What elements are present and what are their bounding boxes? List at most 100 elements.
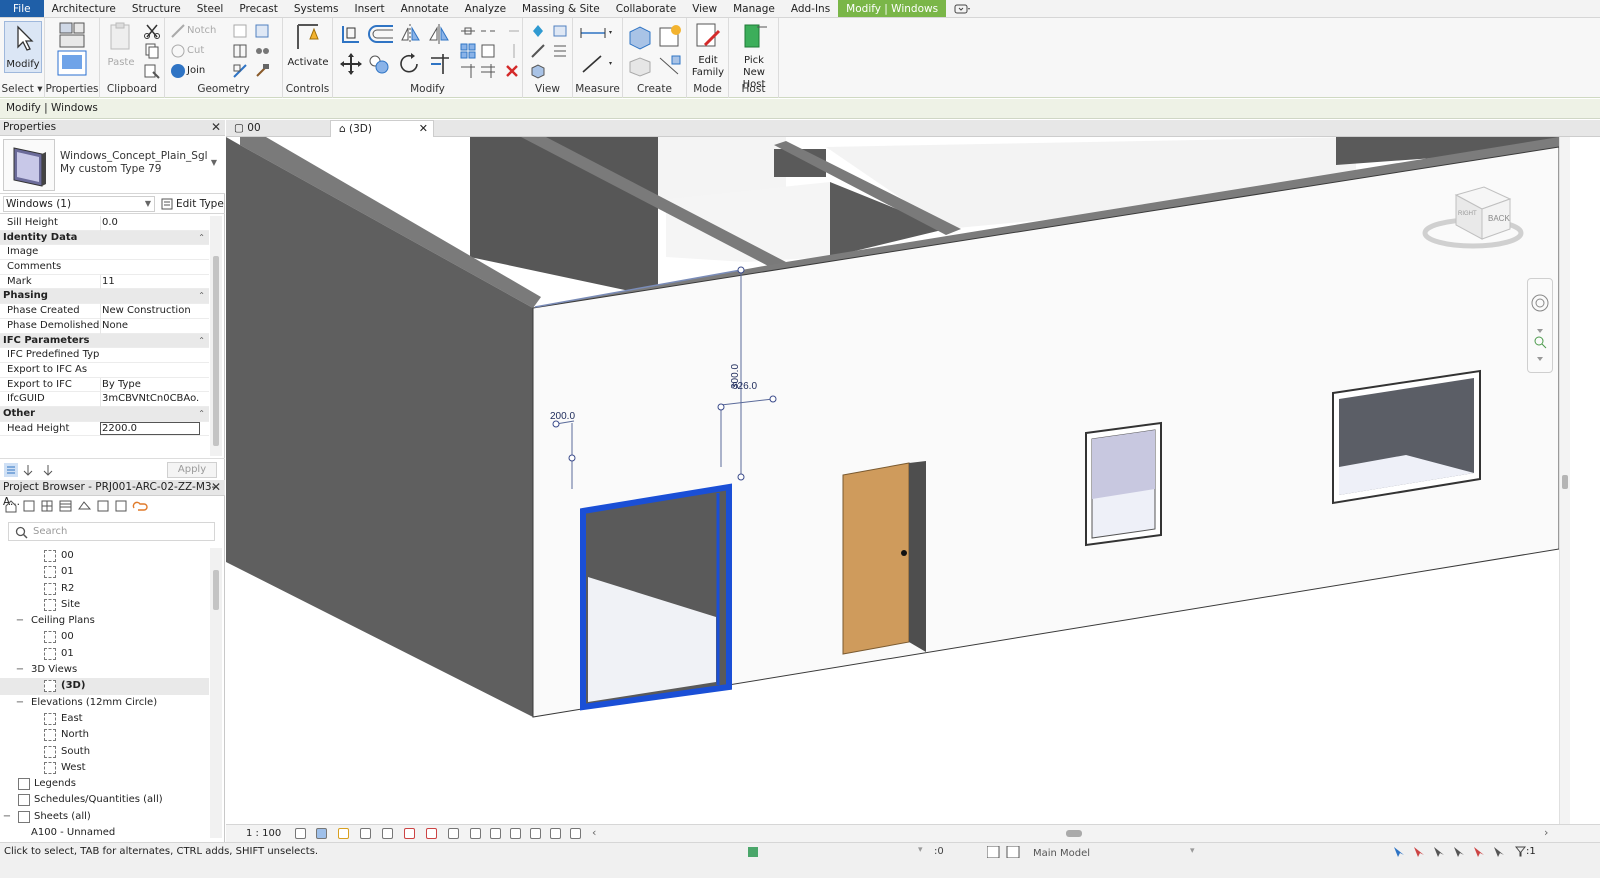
ribbon-tab-architecture[interactable]: Architecture (44, 0, 124, 17)
ribbon-tab-analyze[interactable]: Analyze (457, 0, 514, 17)
cope-icon[interactable] (169, 22, 187, 40)
ribbon-tab-precast[interactable]: Precast (231, 0, 286, 17)
create-similar-icon[interactable] (656, 54, 684, 78)
property-value[interactable]: New Construction (100, 304, 200, 319)
copy-element-icon[interactable] (367, 52, 391, 76)
crop-view-icon[interactable] (404, 828, 415, 839)
project-browser-search[interactable]: Search (8, 522, 215, 541)
apply-button[interactable]: Apply (167, 462, 217, 478)
model-3d-view[interactable]: 200.0 300.0 626.0 BACK RIGHT (226, 137, 1559, 824)
ribbon-tab-massing-site[interactable]: Massing & Site (514, 0, 608, 17)
selection-box-icon[interactable] (529, 62, 547, 80)
analytical-model-icon[interactable] (530, 828, 541, 839)
selection-count[interactable]: :1 (1526, 846, 1536, 857)
browser-item[interactable]: − Sheets (all) (0, 809, 209, 825)
browser-item[interactable]: − Elevations (12mm Circle) (0, 695, 209, 711)
join-label[interactable]: Join (187, 65, 205, 76)
collapse-group-icon[interactable]: ⌃ (198, 334, 205, 349)
browser-item[interactable]: 00 (0, 629, 209, 645)
create-parts-icon[interactable] (656, 22, 684, 50)
move-icon[interactable] (339, 52, 363, 76)
split-element-icon[interactable] (459, 22, 477, 40)
horizontal-scroll-thumb[interactable] (1066, 830, 1082, 837)
ribbon-tab-steel[interactable]: Steel (189, 0, 232, 17)
temporary-hide-icon[interactable] (470, 828, 481, 839)
rendering-icon[interactable] (382, 828, 393, 839)
properties-button[interactable] (55, 21, 89, 81)
cut-geometry-icon[interactable] (169, 42, 187, 60)
join-icon[interactable] (169, 62, 187, 80)
collapse-group-icon[interactable]: ⌃ (198, 231, 205, 246)
dimension-grip[interactable] (737, 266, 745, 274)
highlight-displacement-icon[interactable] (550, 828, 561, 839)
hammer-icon[interactable] (253, 62, 271, 80)
collapse-icon[interactable]: − (15, 695, 25, 711)
trim-extend-icon[interactable] (427, 52, 453, 76)
sun-path-icon[interactable] (338, 828, 349, 839)
design-options-icons[interactable] (987, 846, 1023, 858)
browser-tool-icons[interactable] (4, 499, 154, 513)
dimension-icon[interactable] (579, 52, 613, 76)
wall-joins-icon[interactable] (231, 42, 249, 60)
browser-item[interactable]: South (0, 744, 209, 760)
property-value[interactable]: 11 (100, 274, 200, 290)
mirror-draw-axis-icon[interactable] (427, 22, 451, 46)
browser-scroll-thumb[interactable] (213, 570, 219, 610)
ribbon-tab-insert[interactable]: Insert (346, 0, 392, 17)
dimension-text-200[interactable]: 200.0 (550, 411, 575, 422)
view-scale[interactable]: 1 : 100 (246, 826, 281, 842)
model-dropdown-icon[interactable]: ▾ (1190, 846, 1195, 856)
mirror-pick-axis-icon[interactable] (399, 22, 423, 46)
trim-multiple-icon[interactable] (479, 62, 497, 80)
align-icon[interactable] (339, 22, 363, 46)
browser-item[interactable]: Schedules/Quantities (all) (0, 792, 209, 808)
collapse-group-icon[interactable]: ⌃ (198, 407, 205, 422)
unjoin-icon[interactable] (231, 62, 249, 80)
close-tab-icon[interactable]: ✕ (419, 121, 428, 137)
property-value[interactable]: 2200.0 (100, 421, 200, 435)
property-value[interactable]: 0.0 (100, 216, 200, 231)
browser-item[interactable]: 01 (0, 646, 209, 662)
browser-item[interactable]: −3D Views (0, 662, 209, 678)
split-gap-icon[interactable] (479, 22, 497, 40)
ribbon-tab-file[interactable]: File (0, 0, 44, 17)
properties-scrollbar[interactable] (210, 216, 222, 456)
edit-family-button[interactable]: Edit Family (690, 21, 726, 79)
array-icon[interactable] (459, 42, 477, 60)
worksharing-count[interactable]: :0 (934, 846, 944, 857)
browser-scrollbar[interactable] (210, 548, 222, 838)
property-group[interactable]: IFC Parameters ⌃ (0, 333, 209, 349)
paint-icon[interactable] (253, 22, 271, 40)
property-group[interactable]: Identity Data ⌃ (0, 230, 209, 246)
workset-dropdown-icon[interactable]: ▾ (918, 845, 923, 855)
scale-icon[interactable] (479, 42, 497, 60)
navigation-bar[interactable] (1527, 278, 1553, 373)
reveal-constraints-icon[interactable] (570, 828, 581, 839)
split-face-icon[interactable] (231, 22, 249, 40)
pick-new-host-button[interactable]: Pick New Host (731, 21, 777, 91)
browser-item[interactable]: Site (0, 597, 209, 613)
worksets-icon[interactable] (746, 845, 760, 859)
filter-icon[interactable] (1515, 846, 1526, 857)
detail-level-icon[interactable] (295, 828, 306, 839)
viewport-vertical-scrollbar[interactable] (1559, 137, 1570, 824)
dimension-grip[interactable] (568, 454, 576, 462)
instance-filter-dropdown[interactable]: Windows (1) ▼ (3, 196, 155, 212)
dimension-text-626[interactable]: 626.0 (732, 381, 757, 392)
close-project-browser-icon[interactable]: ✕ (211, 480, 221, 495)
modify-button[interactable]: Modify (4, 21, 42, 73)
cut-icon[interactable] (143, 22, 161, 40)
dimension-grip[interactable] (737, 473, 745, 481)
offset-icon[interactable] (367, 22, 395, 46)
viewport-scroll-thumb[interactable] (1562, 475, 1568, 489)
property-value[interactable]: By Type (100, 377, 200, 393)
measure-icon[interactable] (579, 24, 613, 42)
temporary-view-properties-icon[interactable] (510, 828, 521, 839)
ribbon-tab-view[interactable]: View (684, 0, 725, 17)
lock-3d-icon[interactable] (448, 828, 459, 839)
override-graphics-icon[interactable] (551, 22, 569, 40)
ribbon-tab-structure[interactable]: Structure (124, 0, 189, 17)
create-group-icon[interactable] (626, 22, 654, 50)
collapse-icon[interactable]: − (15, 613, 25, 629)
type-dropdown-icon[interactable]: ▼ (211, 158, 217, 167)
